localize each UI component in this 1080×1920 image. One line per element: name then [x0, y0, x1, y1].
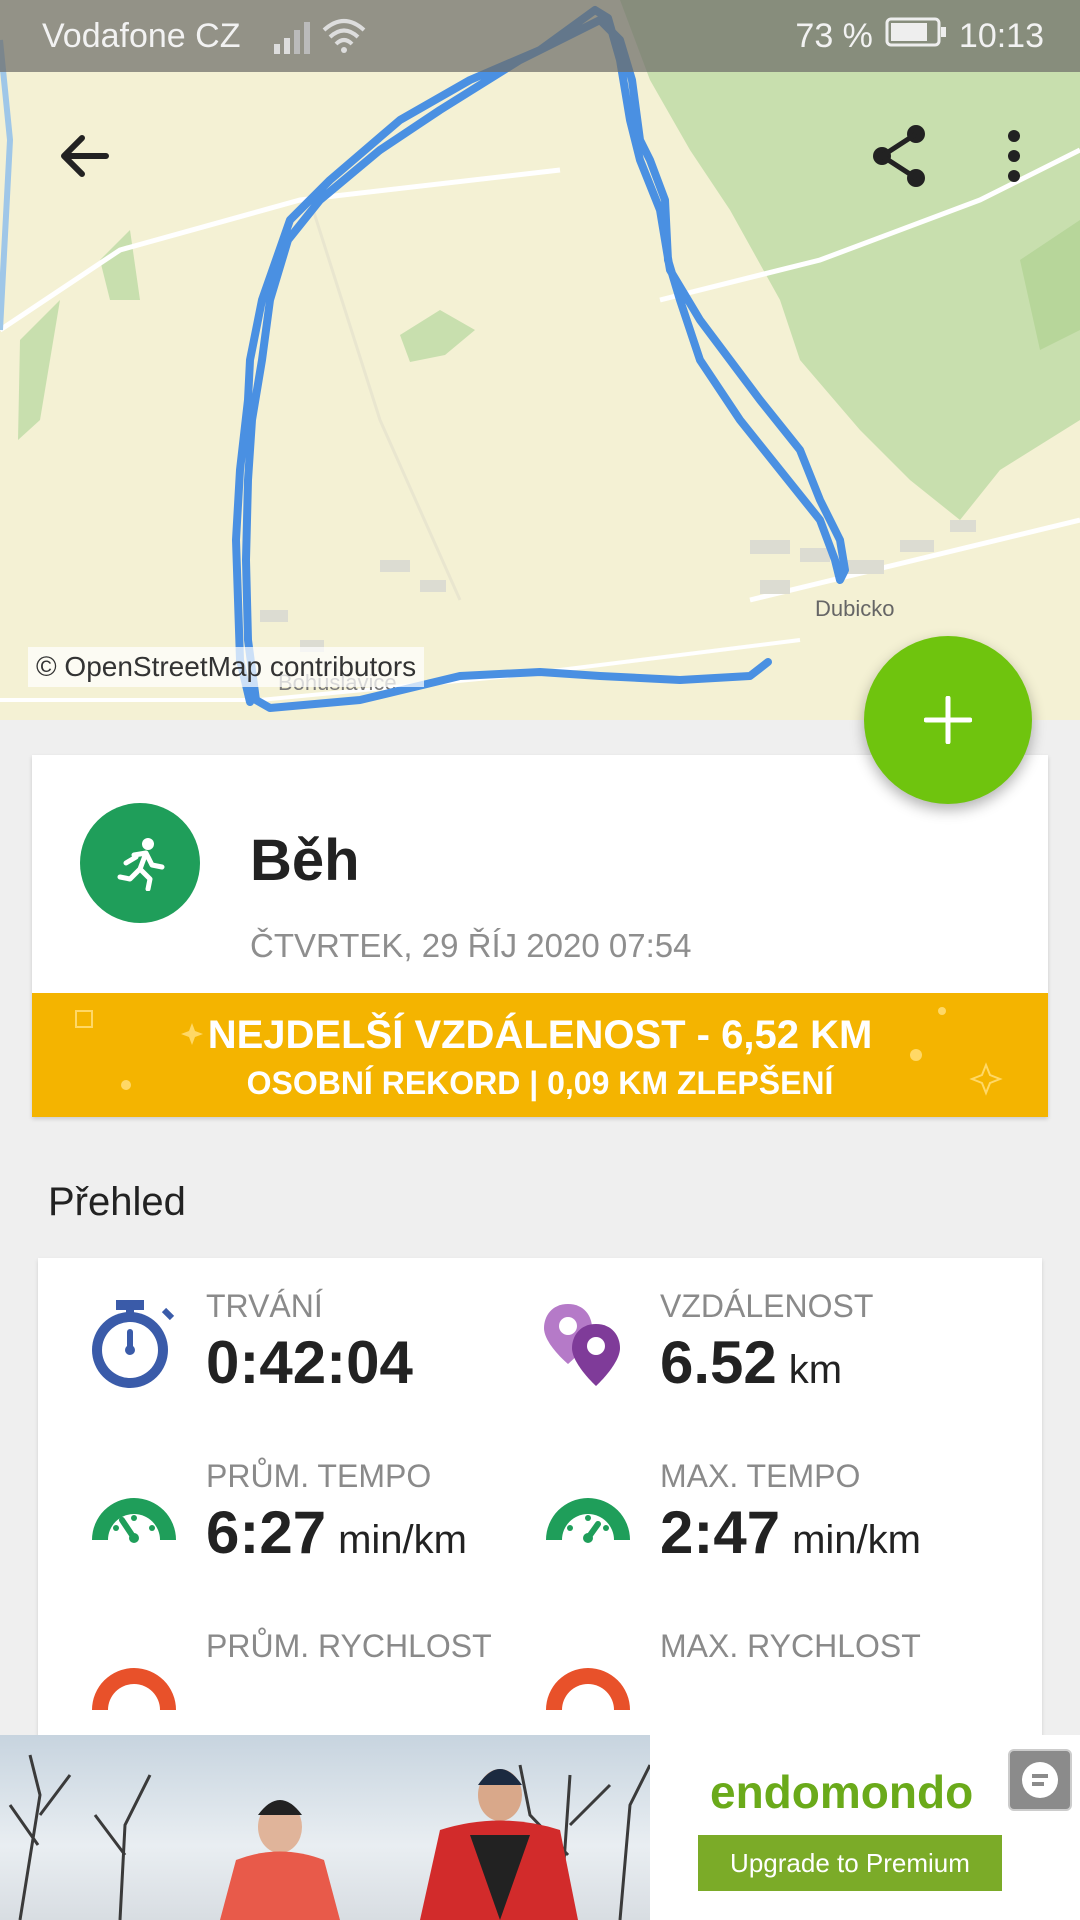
- signal-icon: [272, 20, 312, 63]
- overview-stats: TRVÁNÍ 0:42:04 VZDÁLENOST 6.52 km PRŮM. T…: [38, 1258, 1042, 1758]
- stat-unit: min/km: [792, 1518, 921, 1562]
- stat-unit: km: [788, 1348, 843, 1392]
- carrier-name: Vodafone CZ: [42, 17, 241, 55]
- stat-label: MAX. RYCHLOST: [660, 1628, 921, 1664]
- speedometer-orange-icon: [546, 1668, 630, 1710]
- stat-label: PRŮM. TEMPO: [206, 1458, 432, 1494]
- ad-photo: [0, 1735, 650, 1920]
- ad-info-icon[interactable]: [1008, 1749, 1072, 1811]
- share-icon: [873, 125, 925, 187]
- share-button[interactable]: [860, 116, 940, 196]
- route-map[interactable]: Dubicko Bohuslavice: [0, 0, 1080, 720]
- speedometer-orange-icon: [92, 1668, 176, 1710]
- stat-value: 2:47: [660, 1499, 781, 1566]
- stat-value: 0:42:04: [206, 1329, 413, 1396]
- more-options-button[interactable]: [974, 116, 1054, 196]
- stopwatch-icon: [92, 1300, 175, 1388]
- stat-max-speed[interactable]: MAX. RYCHLOST: [492, 1598, 952, 1748]
- stat-distance[interactable]: VZDÁLENOST 6.52 km: [492, 1258, 952, 1408]
- add-button[interactable]: [864, 636, 1032, 804]
- battery-percent: 73 %: [795, 17, 873, 55]
- record-title: NEJDELŠÍ VZDÁLENOST - 6,52 KM: [207, 1013, 873, 1057]
- stat-label: MAX. TEMPO: [660, 1458, 861, 1494]
- personal-record-banner[interactable]: NEJDELŠÍ VZDÁLENOST - 6,52 KM OSOBNÍ REK…: [32, 993, 1048, 1117]
- more-vertical-icon: [1008, 130, 1020, 182]
- overview-title: Přehled: [48, 1180, 186, 1224]
- stat-max-pace[interactable]: MAX. TEMPO 2:47 min/km: [492, 1428, 952, 1578]
- back-button[interactable]: [44, 116, 124, 196]
- speedometer-icon: [546, 1498, 630, 1543]
- stat-value: 6:27: [206, 1499, 327, 1566]
- map-canvas: Dubicko Bohuslavice: [0, 0, 1080, 720]
- stat-label: TRVÁNÍ: [206, 1288, 323, 1324]
- battery-icon: [885, 17, 947, 56]
- plus-icon: [924, 696, 972, 744]
- clock: 10:13: [958, 17, 1044, 55]
- map-label-dubicko: Dubicko: [815, 596, 894, 621]
- sport-title: Běh: [250, 828, 360, 893]
- wifi-icon: [322, 18, 366, 63]
- activity-date: ČTVRTEK, 29 ŘÍJ 2020 07:54: [250, 927, 692, 964]
- status-bar: Vodafone CZ 73 % 10:13: [0, 0, 1080, 72]
- stat-duration[interactable]: TRVÁNÍ 0:42:04: [38, 1258, 498, 1408]
- ad-banner[interactable]: endomondo Upgrade to Premium: [0, 1735, 1080, 1920]
- location-pins-icon: [544, 1304, 620, 1386]
- running-sport-icon: [80, 803, 200, 923]
- endomondo-logo: endomondo: [710, 1766, 974, 1818]
- map-attribution[interactable]: © OpenStreetMap contributors: [28, 647, 425, 687]
- record-subtitle: OSOBNÍ REKORD | 0,09 KM ZLEPŠENÍ: [246, 1065, 834, 1101]
- speedometer-icon: [92, 1498, 176, 1543]
- upgrade-premium-button[interactable]: Upgrade to Premium: [698, 1835, 1002, 1891]
- stat-value: 6.52: [660, 1329, 777, 1396]
- stat-avg-speed[interactable]: PRŮM. RYCHLOST: [38, 1598, 498, 1748]
- stat-label: PRŮM. RYCHLOST: [206, 1628, 492, 1664]
- arrow-left-icon: [61, 135, 109, 177]
- stat-label: VZDÁLENOST: [660, 1288, 874, 1324]
- activity-card: Běh ČTVRTEK, 29 ŘÍJ 2020 07:54 NEJDELŠÍ …: [32, 755, 1048, 1117]
- stat-avg-pace[interactable]: PRŮM. TEMPO 6:27 min/km: [38, 1428, 498, 1578]
- stat-unit: min/km: [338, 1518, 467, 1562]
